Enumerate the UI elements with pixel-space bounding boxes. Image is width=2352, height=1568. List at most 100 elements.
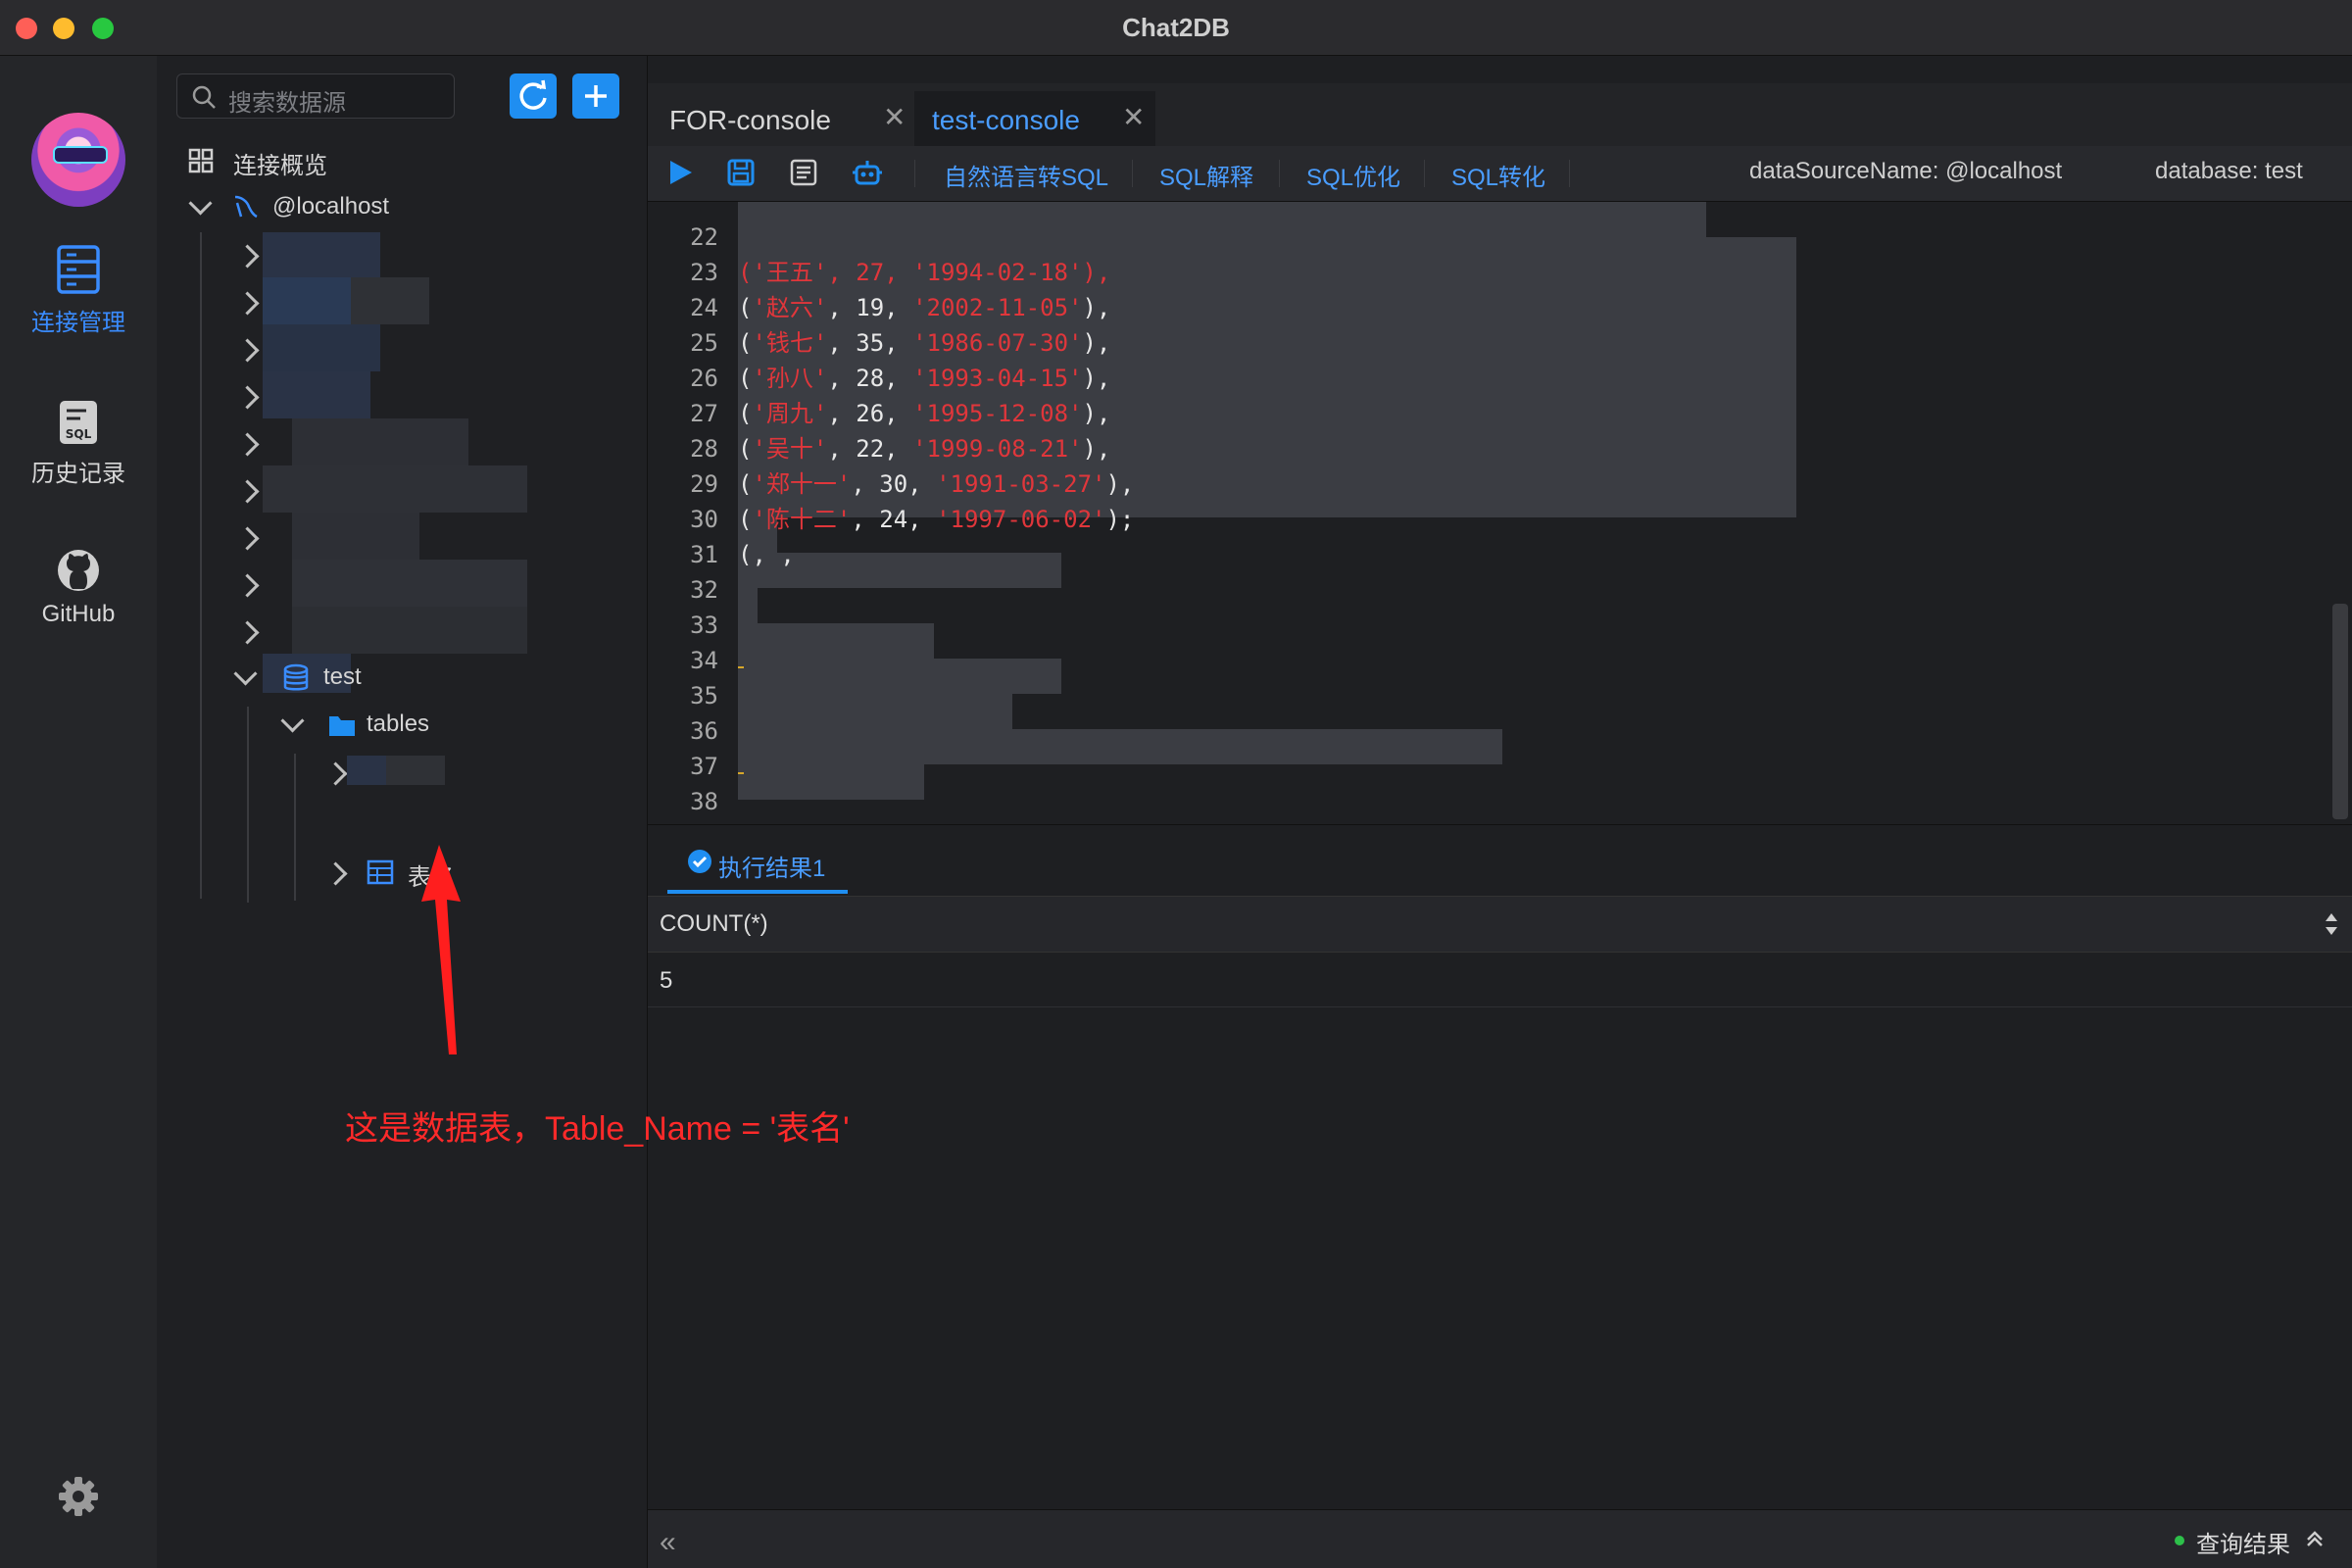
chevron-right-icon[interactable] (235, 620, 260, 645)
punctuation: ), (1082, 365, 1111, 392)
rail-item-connections[interactable]: 连接管理 (0, 244, 157, 337)
chevron-down-icon (280, 709, 305, 733)
sql-history-icon: SQL (60, 401, 97, 444)
string-literal: '1993-04-15' (912, 365, 1083, 392)
result-tab-label: 执行结果1 (718, 856, 826, 882)
table-row[interactable]: 5 (648, 952, 2352, 1007)
search-placeholder: 搜索数据源 (228, 90, 346, 117)
collapse-left-icon[interactable]: « (660, 1526, 676, 1559)
code-line: 31 (648, 502, 761, 568)
refresh-icon (519, 79, 547, 110)
format-icon[interactable] (789, 158, 818, 187)
string-literal: '2002-11-05' (912, 294, 1083, 321)
chevron-up-icon[interactable] (2304, 1528, 2326, 1549)
number-literal: 22 (856, 435, 885, 463)
code-text: ('王五', 27, '1994-02-18'), (738, 259, 1111, 286)
nl-to-sql-button[interactable]: 自然语言转SQL (944, 158, 1108, 192)
tab-label: FOR-console (669, 105, 831, 135)
ai-robot-icon[interactable] (852, 158, 883, 187)
code-line: 36 (648, 678, 761, 774)
connection-node[interactable]: @localhost (188, 191, 580, 226)
number-literal: 28 (856, 365, 885, 392)
left-rail: 连接管理 SQL 历史记录 GitHub (0, 56, 157, 1568)
chevron-right-icon[interactable] (235, 479, 260, 504)
number-literal: 19 (856, 294, 885, 321)
annotation-text: 这是数据表，Table_Name = '表名' (345, 1110, 850, 1148)
sql-convert-button[interactable]: SQL转化 (1451, 158, 1545, 192)
result-table-header: COUNT(*) (648, 896, 2352, 953)
check-circle-icon (688, 850, 711, 873)
code-line: 37 (648, 713, 761, 780)
tables-folder-node[interactable]: tables (280, 709, 594, 744)
run-icon[interactable] (665, 158, 695, 187)
sql-explain-button[interactable]: SQL解释 (1159, 158, 1253, 192)
chevron-right-icon[interactable] (235, 526, 260, 551)
scrollbar-thumb[interactable] (2332, 604, 2348, 819)
chevron-right-icon[interactable] (235, 573, 260, 598)
table-node-redacted[interactable] (323, 756, 621, 791)
gear-icon[interactable] (55, 1473, 102, 1520)
code-line: 39 (648, 784, 761, 819)
string-literal: '1991-03-27' (936, 470, 1106, 498)
code-line: 27 ('吴十', 22, '1999-08-21'), (648, 361, 1110, 463)
mysql-dolphin-icon (234, 195, 258, 219)
editor-scrollbar[interactable] (2328, 202, 2352, 823)
rail-item-label: GitHub (41, 601, 116, 627)
tree-guide-line (200, 232, 202, 899)
tree-guide-line (294, 754, 296, 901)
main-area: FOR-console ✕ test-console ✕ 自然语言转SQL SQ… (648, 56, 2352, 1568)
chevron-right-icon[interactable] (235, 432, 260, 457)
chevron-right-icon[interactable] (235, 244, 260, 269)
number-literal: 24 (879, 506, 908, 533)
close-icon[interactable]: ✕ (883, 101, 906, 133)
tab-for-console[interactable]: FOR-console ✕ (658, 91, 914, 146)
results-panel: 执行结果1 COUNT(*) 5 « 查询结果 (648, 824, 2352, 1568)
punctuation: ); (1105, 506, 1135, 533)
database-label: test (323, 663, 362, 690)
folder-icon (329, 716, 355, 736)
datasource-explorer: 搜索数据源 连接概览 @localhost test tables (157, 56, 648, 1568)
save-icon[interactable] (726, 158, 756, 187)
code-line: 26 ('周九', 26, '1995-12-08'), (648, 325, 1110, 427)
chevron-right-icon[interactable] (235, 338, 260, 363)
tab-execution-result-1[interactable]: 执行结果1 (667, 831, 848, 894)
string-literal: '1997-06-02' (936, 506, 1106, 533)
code-line: 23 ('赵六', 19, '2002-11-05'), (648, 220, 1110, 321)
database-name-label: database: test (2155, 158, 2303, 184)
refresh-button[interactable] (510, 74, 557, 119)
table-cell[interactable]: 5 (660, 967, 672, 995)
string-literal: '钱七' (752, 329, 828, 357)
rail-item-github[interactable]: GitHub (0, 548, 157, 628)
datasource-search-input[interactable]: 搜索数据源 (176, 74, 455, 119)
punctuation: ), (1105, 470, 1135, 498)
app-title: Chat2DB (1122, 13, 1230, 42)
tab-test-console[interactable]: test-console ✕ (914, 91, 1155, 146)
code-line: 25 ('孙八', 28, '1993-04-15'), (648, 290, 1110, 392)
avatar[interactable] (31, 113, 125, 207)
string-literal: '1995-12-08' (912, 400, 1083, 427)
sql-editor[interactable]: 22 ('王五', 27, '1994-02-18'), 23 ('赵六', 1… (648, 202, 2328, 823)
add-datasource-button[interactable] (572, 74, 619, 119)
title-bar: Chat2DB (0, 0, 2352, 56)
rail-item-history[interactable]: SQL 历史记录 (0, 399, 157, 488)
chevron-right-icon[interactable] (235, 291, 260, 316)
number-literal: 35 (856, 329, 885, 357)
punctuation: ), (1082, 400, 1111, 427)
column-header[interactable]: COUNT(*) (660, 910, 768, 938)
chevron-down-icon (188, 191, 213, 216)
close-icon[interactable]: ✕ (1122, 101, 1145, 133)
sort-icon[interactable] (2323, 910, 2340, 938)
punctuation: ), (1082, 294, 1111, 321)
sql-optimize-button[interactable]: SQL优化 (1306, 158, 1400, 192)
code-line: 32 (648, 537, 761, 604)
chevron-right-icon[interactable] (235, 385, 260, 410)
datasource-name-label: dataSourceName: @localhost (1749, 158, 2063, 184)
database-node-test[interactable]: test (233, 662, 625, 697)
string-literal: '郑十一' (752, 470, 852, 498)
toolbar-separator (1569, 160, 1570, 187)
string-literal: '周九' (752, 400, 828, 427)
string-literal: '陈十二' (752, 506, 852, 533)
number-literal: 26 (856, 400, 885, 427)
query-result-toggle[interactable]: 查询结果 (2196, 1525, 2290, 1559)
